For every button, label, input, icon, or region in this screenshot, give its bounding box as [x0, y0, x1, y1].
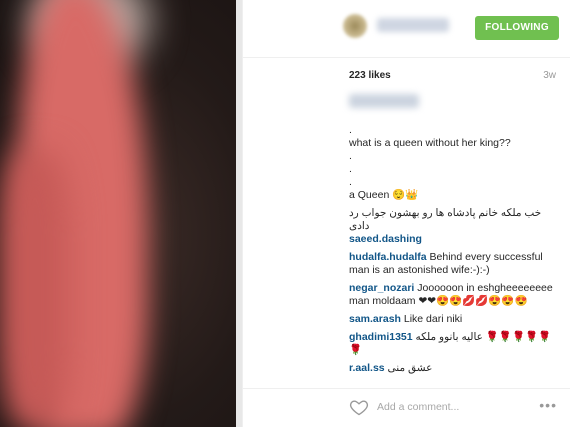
post-time[interactable]: 3w: [543, 70, 556, 81]
add-comment-input[interactable]: [377, 399, 527, 415]
post-detail-panel: FOLLOWING 223 likes 3w . what is a queen…: [242, 0, 570, 427]
comment-text: Like dari niki: [403, 313, 463, 325]
post-footer: •••: [243, 388, 570, 427]
comment-item: ghadimi1351 عالیه بانوو ملکه 🌹🌹🌹🌹🌹🌹: [349, 331, 561, 357]
author-username-blurred[interactable]: [377, 18, 449, 32]
comment-username[interactable]: r.aal.ss: [349, 362, 385, 374]
comment-item: negar_nozari Joooooon in eshgheeeeeeee m…: [349, 282, 561, 308]
comment-text: عشق منی: [387, 362, 433, 374]
comment-item: sam.arash Like dari niki: [349, 313, 561, 326]
comment-username[interactable]: hudalfa.hudalfa: [349, 251, 427, 263]
comment-username[interactable]: ghadimi1351: [349, 331, 413, 343]
post-header: FOLLOWING: [243, 0, 570, 58]
caption-line: .: [349, 124, 352, 136]
comment-item: hudalfa.hudalfa Behind every successful …: [349, 251, 561, 277]
caption-line: what is a queen without her king??: [349, 137, 511, 149]
post-photo[interactable]: [0, 0, 242, 427]
photo-blur-arm: [0, 150, 70, 427]
following-button[interactable]: FOLLOWING: [475, 16, 559, 40]
likes-count[interactable]: 223 likes: [349, 70, 391, 81]
comment-username[interactable]: negar_nozari: [349, 282, 414, 294]
comment-item: r.aal.ss عشق منی: [349, 362, 561, 375]
ellipsis-icon[interactable]: •••: [539, 397, 557, 413]
comment-username[interactable]: sam.arash: [349, 313, 401, 325]
caption-author-blurred[interactable]: [349, 94, 419, 108]
avatar[interactable]: [343, 14, 367, 38]
comment-username[interactable]: saeed.dashing: [349, 233, 422, 245]
heart-outline-icon[interactable]: [349, 397, 369, 417]
comment-text: خب ملکه خانم پادشاه ها رو بهشون جواب رد …: [349, 207, 542, 232]
caption-line: .: [349, 176, 352, 188]
caption-line: .: [349, 150, 352, 162]
comment-item: خب ملکه خانم پادشاه ها رو بهشون جواب رد …: [349, 207, 561, 246]
caption-line: .: [349, 163, 352, 175]
caption-line: a Queen 😌👑: [349, 189, 419, 201]
comments-list: . what is a queen without her king?? . .…: [349, 94, 561, 375]
